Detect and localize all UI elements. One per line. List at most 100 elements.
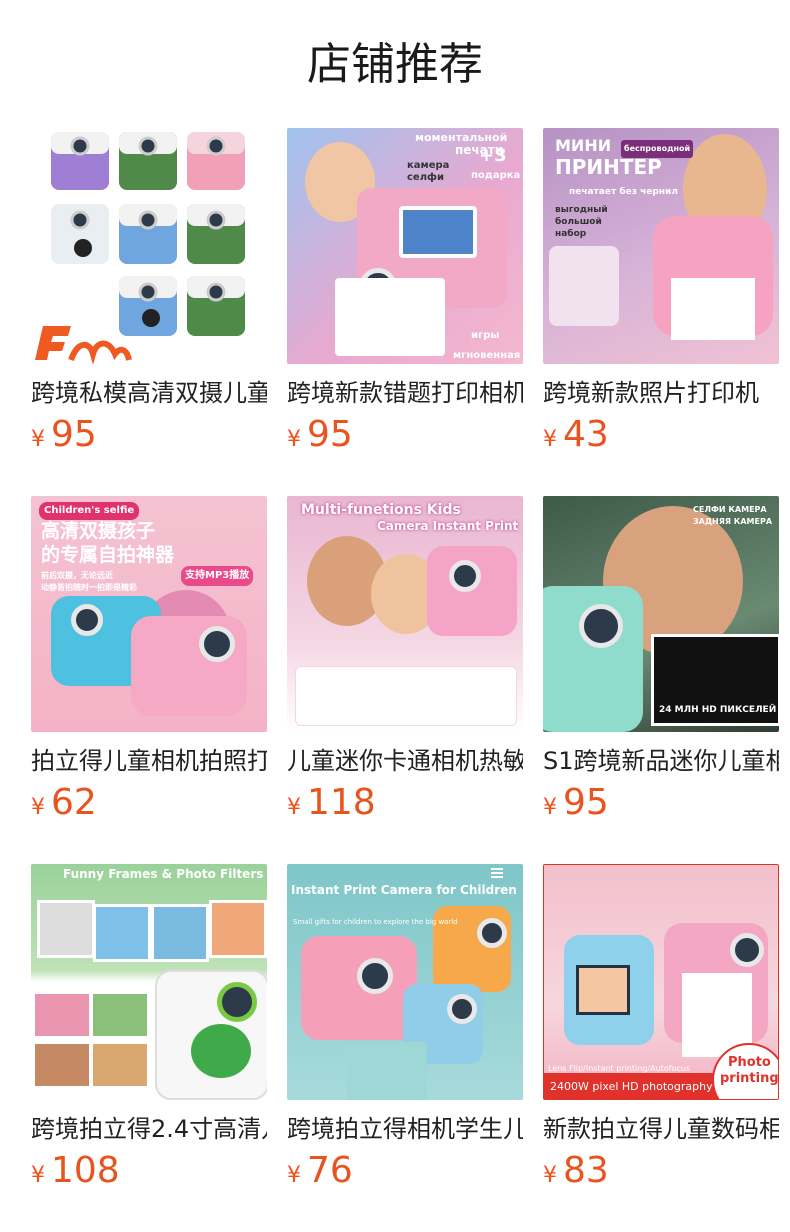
product-image[interactable]: Funny Frames & Photo Filters (31, 864, 267, 1100)
product-price: ¥108 (31, 1150, 120, 1191)
currency-symbol: ¥ (31, 795, 45, 820)
product-price: ¥95 (31, 414, 97, 455)
price-value: 95 (563, 782, 609, 823)
price-value: 95 (51, 414, 97, 455)
camera-screen (576, 965, 630, 1015)
overlay-text: подарка (471, 170, 521, 181)
overlay-text: 高清双摄孩子 (41, 520, 156, 542)
product-price: ¥83 (543, 1150, 609, 1191)
photo-frame (37, 900, 95, 958)
product-price: ¥76 (287, 1150, 353, 1191)
overlay-text: Small gifts for children to explore the … (293, 918, 458, 926)
product-price: ¥95 (543, 782, 609, 823)
product-image[interactable]: МИНИ ПРИНТЕР беспроводной печатает без ч… (543, 128, 779, 364)
product-name[interactable]: 拍立得儿童相机拍照打印 (31, 744, 267, 778)
overlay-text: мгновенная (453, 350, 521, 361)
overlay-text: селфи (407, 172, 444, 183)
product-image[interactable] (31, 128, 267, 364)
printed-photo (335, 278, 445, 356)
photo-frame (209, 900, 267, 958)
camera-lens (199, 626, 235, 662)
overlay-text: 2400W pixel HD photography (550, 1080, 713, 1093)
paper-rolls (549, 246, 619, 326)
page-title: 店铺推荐 (307, 39, 483, 90)
camera-illustration (301, 936, 417, 1040)
camera-lens (447, 994, 477, 1024)
overlay-text: Camera Instant Print (377, 519, 519, 533)
price-value: 95 (307, 414, 353, 455)
photo-frame (93, 904, 151, 962)
product-image[interactable]: Instant Print Camera for Children Small … (287, 864, 523, 1100)
camera-lens (477, 918, 507, 948)
currency-symbol: ¥ (31, 427, 45, 452)
feature-icons (295, 666, 517, 726)
dino-sticker (191, 1024, 251, 1078)
currency-symbol: ¥ (543, 1163, 557, 1188)
overlay-text: печатает без чернил (569, 187, 678, 197)
product-price: ¥62 (31, 782, 97, 823)
camera-lens (357, 958, 393, 994)
overlay-text: Lens Flip/Instant printing/Autofocus (548, 1064, 691, 1073)
camera-lens (730, 933, 764, 967)
currency-symbol: ¥ (287, 795, 301, 820)
product-image[interactable]: Lens Flip/Instant printing/Autofocus 240… (543, 864, 779, 1100)
overlay-text: Multi-funetions Kids (301, 502, 461, 518)
overlay-text: Photo (728, 1055, 771, 1070)
camera-lens (449, 560, 481, 592)
product-name[interactable]: 跨境私模高清双摄儿童相机 (31, 376, 267, 410)
camera-screen (399, 206, 477, 258)
product-name[interactable]: 跨境拍立得相机学生儿童 (287, 1112, 523, 1146)
photo-sample (35, 994, 89, 1036)
price-value: 118 (307, 782, 376, 823)
camera-grid-illustration (35, 132, 245, 364)
price-value: 62 (51, 782, 97, 823)
product-image[interactable]: СЕЛФИ КАМЕРА ЗАДНЯЯ КАМЕРА 24 МЛН НD ПИК… (543, 496, 779, 732)
photo-sample (93, 1044, 147, 1086)
overlay-text: игры (471, 330, 500, 341)
camera-lens (217, 982, 257, 1022)
product-image[interactable]: Multi-funetions Kids Camera Instant Prin… (287, 496, 523, 732)
overlay-text: набор (555, 229, 587, 239)
overlay-text: ПРИНТЕР (555, 155, 662, 179)
currency-symbol: ¥ (287, 1163, 301, 1188)
camera-lens (579, 604, 623, 648)
product-price: ¥118 (287, 782, 376, 823)
price-value: 108 (51, 1150, 120, 1191)
product-price: ¥43 (543, 414, 609, 455)
camera-illustration (427, 546, 517, 636)
photo-frame (151, 904, 209, 962)
overlay-text: 支持MP3播放 (181, 566, 254, 586)
currency-symbol: ¥ (543, 427, 557, 452)
menu-icon (491, 868, 503, 870)
currency-symbol: ¥ (543, 795, 557, 820)
price-value: 83 (563, 1150, 609, 1191)
overlay-text: printing (720, 1071, 779, 1086)
product-image[interactable]: моментальной печати камера селфи +3 пода… (287, 128, 523, 364)
overlay-text: Funny Frames & Photo Filters (63, 867, 264, 881)
overlay-text: ЗАДНЯЯ КАМЕРА (693, 517, 773, 526)
currency-symbol: ¥ (287, 427, 301, 452)
price-value: 43 (563, 414, 609, 455)
product-name[interactable]: 儿童迷你卡通相机热敏打印 (287, 744, 523, 778)
product-name[interactable]: 跨境新款错题打印相机 (287, 376, 523, 410)
photo-sample (35, 1044, 89, 1086)
product-image[interactable]: Children's selfie 高清双摄孩子 的专属自拍神器 支持MP3播放… (31, 496, 267, 732)
product-name[interactable]: S1跨境新品迷你儿童相机 (543, 744, 779, 778)
overlay-text: Children's selfie (39, 502, 140, 520)
camera-lens (71, 604, 103, 636)
overlay-text: Instant Print Camera for Children (291, 883, 517, 897)
photo-sample (93, 994, 147, 1036)
overlay-text: 24 МЛН НD ПИКСЕЛЕЙ (659, 705, 777, 715)
product-name[interactable]: 跨境新款照片打印机 (543, 376, 779, 410)
product-price: ¥95 (287, 414, 353, 455)
overlay-text: 的专属自拍神器 (41, 544, 175, 566)
price-value: 76 (307, 1150, 353, 1191)
overlay-text: 动静皆拍随时一拍即是精彩 (41, 583, 137, 592)
pedestal (347, 1042, 427, 1100)
overlay-text: беспроводной (621, 140, 694, 158)
product-name[interactable]: 跨境拍立得2.4寸高清儿童相机 (31, 1112, 267, 1146)
printed-photo (671, 278, 755, 340)
overlay-text: МИНИ (555, 136, 612, 155)
overlay-text: +3 (479, 145, 507, 166)
product-name[interactable]: 新款拍立得儿童数码相机 (543, 1112, 779, 1146)
